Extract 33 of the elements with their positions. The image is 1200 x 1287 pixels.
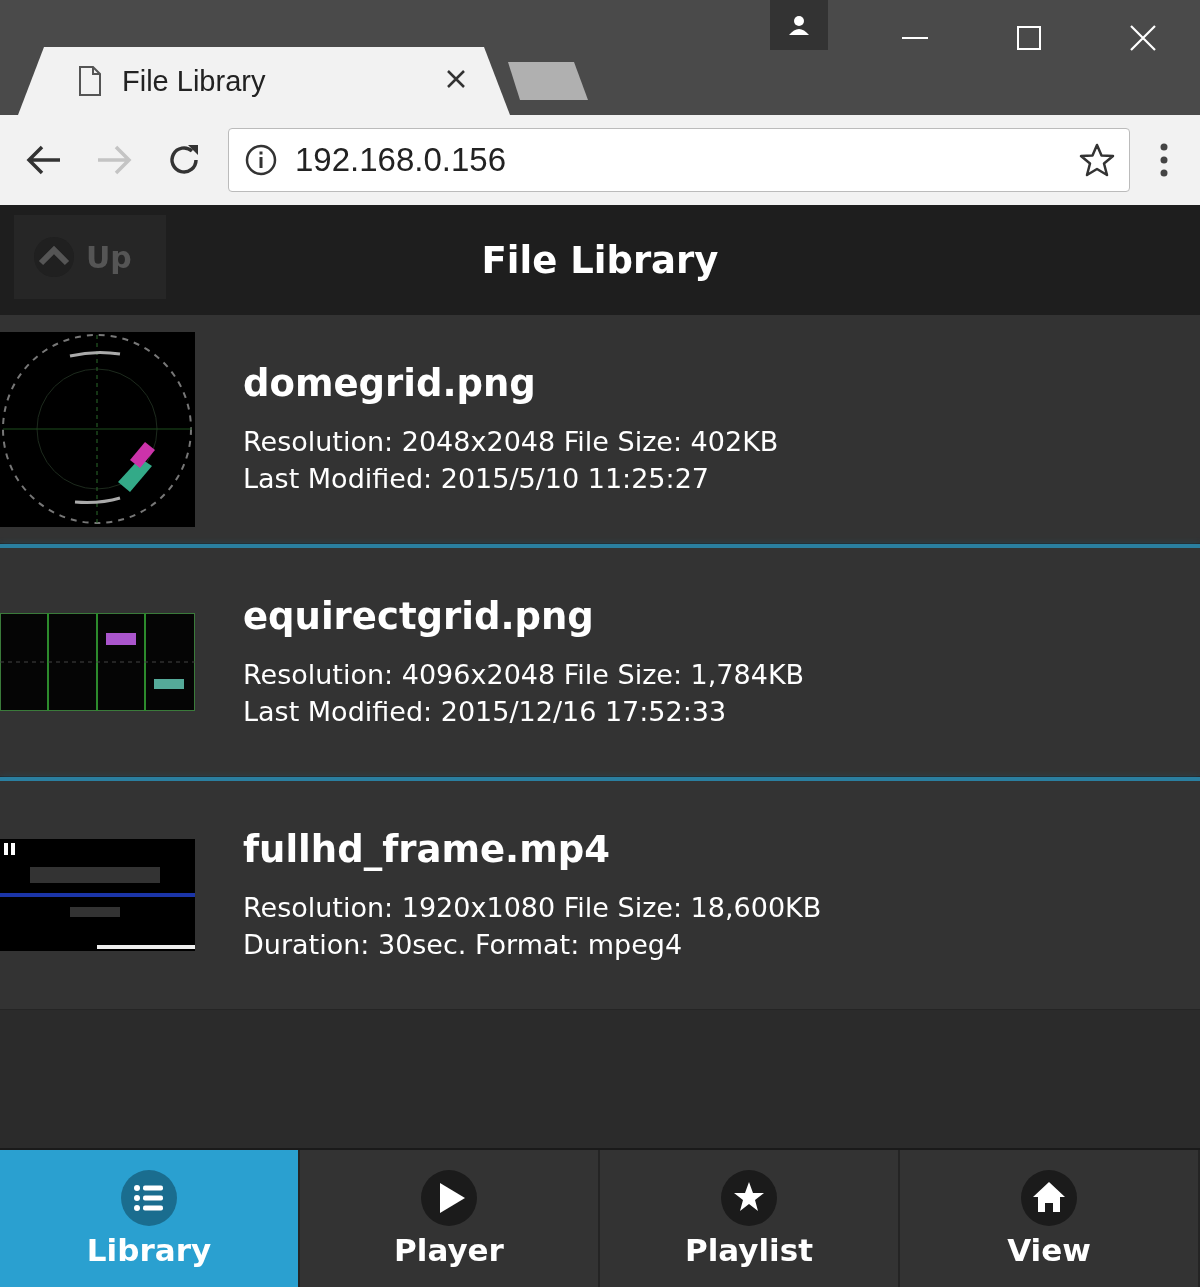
close-tab-icon[interactable] <box>446 69 466 89</box>
new-tab-button[interactable] <box>508 62 590 100</box>
menu-icon[interactable] <box>1160 143 1168 177</box>
document-icon <box>78 65 102 97</box>
maximize-icon[interactable] <box>1017 25 1041 50</box>
nav-tab[interactable]: View <box>900 1150 1200 1287</box>
tab-title: File Library <box>122 64 266 98</box>
page-title: File Library <box>481 238 719 282</box>
file-details: Resolution: 2048x2048 File Size: 402KB <box>243 424 779 459</box>
nav-tab[interactable]: Playlist <box>600 1150 900 1287</box>
info-icon[interactable] <box>245 144 277 176</box>
home-icon <box>1021 1169 1077 1226</box>
file-name: equirectgrid.png <box>243 594 595 638</box>
list-icon <box>121 1169 177 1226</box>
file-details: Duration: 30sec. Format: mpeg4 <box>243 927 684 962</box>
address-bar[interactable]: 192.168.0.156 <box>228 128 1130 192</box>
file-details: Resolution: 1920x1080 File Size: 18,600KB <box>243 890 822 925</box>
back-icon[interactable] <box>26 144 62 176</box>
file-row[interactable]: equirectgrid.png Resolution: 4096x2048 File Size: 1,784KB Last Modified: 2015/12/16 17:52:33 <box>0 548 1200 777</box>
bookmark-star-icon[interactable] <box>1079 142 1115 178</box>
play-icon <box>421 1169 477 1226</box>
nav-tab[interactable]: Player <box>300 1150 600 1287</box>
file-details: Last Modified: 2015/12/16 17:52:33 <box>243 694 728 729</box>
file-details: Last Modified: 2015/5/10 11:25:27 <box>243 461 710 496</box>
person-icon <box>787 13 811 37</box>
file-row[interactable]: domegrid.png Resolution: 2048x2048 File Size: 402KB Last Modified: 2015/5/10 11:25:27 <box>0 315 1200 544</box>
file-name: fullhd_frame.mp4 <box>243 827 611 871</box>
close-icon[interactable] <box>1130 24 1156 51</box>
file-name: domegrid.png <box>243 361 537 405</box>
file-details: Resolution: 4096x2048 File Size: 1,784KB <box>243 657 805 692</box>
file-row[interactable]: fullhd_frame.mp4 Resolution: 1920x1080 File Size: 18,600KB Duration: 30sec. Format: mpeg4 <box>0 781 1200 1010</box>
active-tab[interactable] <box>18 47 510 115</box>
profile-button[interactable] <box>770 0 828 50</box>
